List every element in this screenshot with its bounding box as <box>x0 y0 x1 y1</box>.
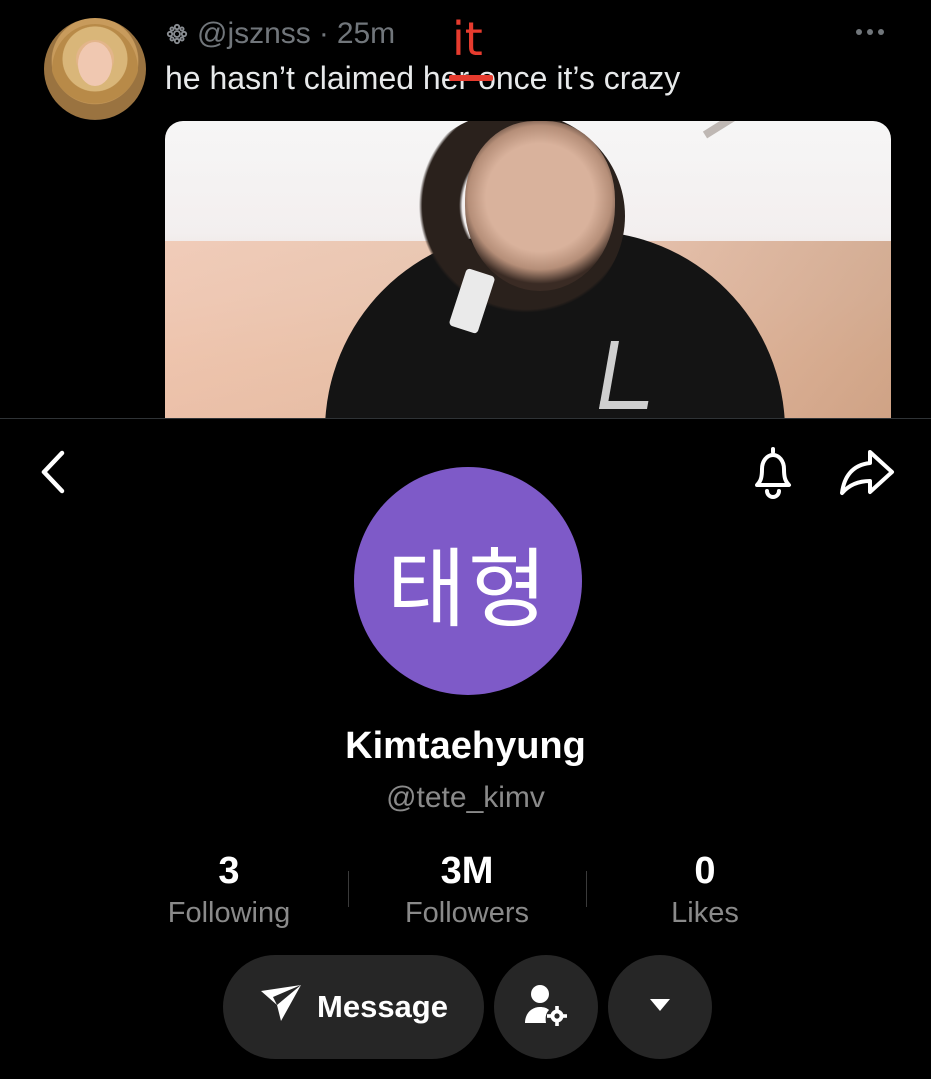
more-dots-icon[interactable] <box>853 22 887 42</box>
tweet-author-avatar[interactable] <box>44 18 146 120</box>
profile-actions: Message <box>0 955 931 1059</box>
username-handle: @tete_kimv <box>386 781 545 814</box>
stat-following-value: 3 <box>218 850 240 892</box>
avatar-face <box>78 42 112 86</box>
profile-stats: 3 Following 3M Followers 0 Likes <box>110 849 824 939</box>
stat-following-label: Following <box>167 897 291 929</box>
message-button-label: Message <box>317 989 448 1024</box>
paper-plane-icon <box>259 983 303 1031</box>
strike-mark <box>449 75 493 81</box>
message-button[interactable]: Message <box>223 955 484 1059</box>
bell-icon[interactable] <box>744 443 802 501</box>
tweet-text-after: once it’s crazy <box>469 60 681 96</box>
stat-likes-value: 0 <box>694 850 716 892</box>
profile-screen: 태형 Kimtaehyung @tete_kimv 3 Following 3M… <box>0 419 931 1079</box>
stat-followers-label: Followers <box>404 897 530 929</box>
affiliate-badge-icon <box>165 22 189 46</box>
caret-down-icon <box>649 998 671 1017</box>
tweet-handle[interactable]: @jsznss <box>197 17 311 51</box>
tweet-time[interactable]: 25m <box>337 17 395 51</box>
manage-user-button[interactable] <box>494 955 598 1059</box>
annotation-it: it <box>452 12 483 66</box>
display-name: Kimtaehyung <box>345 725 586 767</box>
stat-followers[interactable]: 3M Followers <box>348 849 586 933</box>
media-beam <box>702 121 891 139</box>
share-arrow-icon[interactable] <box>836 443 898 501</box>
chevron-left-icon[interactable] <box>30 447 76 497</box>
stat-followers-value: 3M <box>440 850 494 892</box>
more-options-button[interactable] <box>608 955 712 1059</box>
tweet-video[interactable] <box>165 121 891 418</box>
tweet-text-before: he hasn’t claimed <box>165 60 423 96</box>
tweet: @jsznss · 25m he hasn’t claimed her once… <box>0 0 931 418</box>
user-settings-icon <box>523 983 569 1032</box>
stat-likes[interactable]: 0 Likes <box>586 849 824 933</box>
tweet-header: @jsznss · 25m <box>165 14 395 54</box>
tweet-text: he hasn’t claimed her once it’s crazy <box>165 60 680 97</box>
profile-avatar[interactable]: 태형 <box>354 467 582 695</box>
stat-likes-label: Likes <box>671 897 739 929</box>
media-person-head <box>465 121 615 291</box>
tweet-separator: · <box>318 17 329 50</box>
stat-following[interactable]: 3 Following <box>110 849 348 933</box>
